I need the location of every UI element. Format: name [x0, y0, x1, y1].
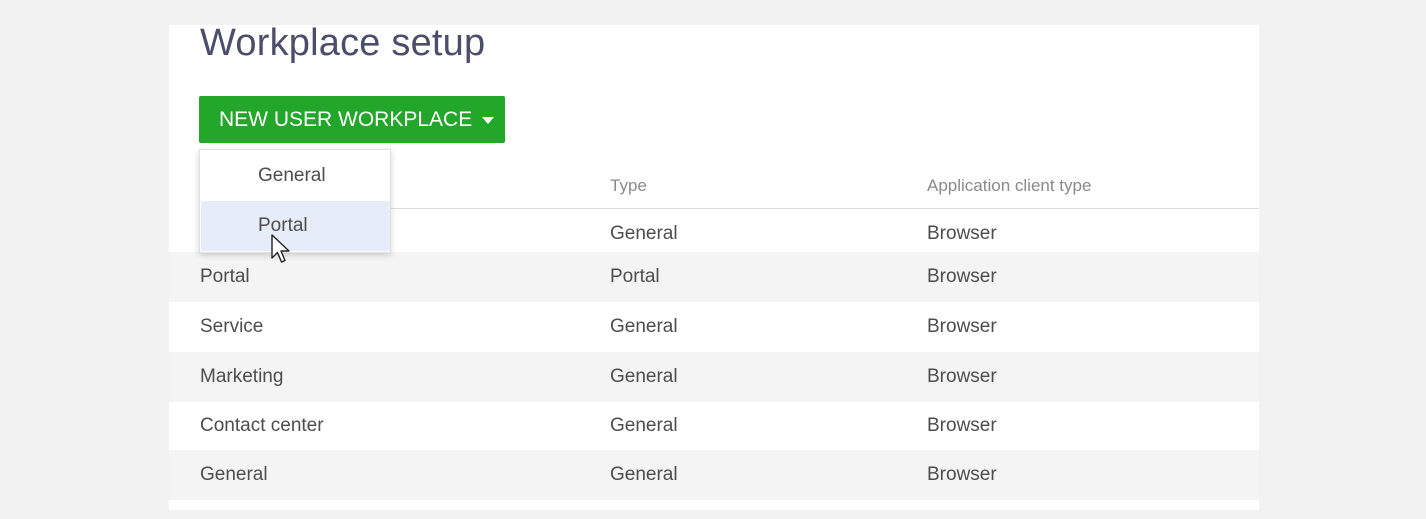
table-row[interactable]: Portal Portal Browser	[169, 252, 1259, 302]
menu-item-general[interactable]: General	[201, 151, 390, 201]
mouse-pointer-icon	[271, 234, 290, 263]
cell-type: General	[610, 414, 678, 436]
cell-client-type: Browser	[927, 414, 997, 436]
cell-type: General	[610, 315, 678, 337]
column-header-type[interactable]: Type	[610, 176, 647, 196]
cell-name: Service	[200, 315, 264, 337]
table-row[interactable]: Marketing General Browser	[169, 352, 1259, 402]
cell-type: General	[610, 463, 678, 485]
new-user-workplace-button-label: NEW USER WORKPLACE	[219, 107, 473, 131]
page-title: Workplace setup	[200, 22, 486, 64]
new-user-workplace-button[interactable]: NEW USER WORKPLACE	[199, 96, 505, 143]
cell-client-type: Browser	[927, 463, 997, 485]
new-workplace-dropdown-menu: General Portal	[199, 149, 391, 253]
cell-type: Portal	[610, 265, 660, 287]
table-row[interactable]: General General Browser	[169, 450, 1259, 500]
cell-client-type: Browser	[927, 315, 997, 337]
cell-name: Marketing	[200, 365, 284, 387]
cell-type: General	[610, 365, 678, 387]
cell-name: Contact center	[200, 414, 324, 436]
app-frame: Workplace setup NEW USER WORKPLACE Type …	[0, 0, 1426, 519]
cell-client-type: Browser	[927, 365, 997, 387]
table-row[interactable]: Contact center General Browser	[169, 401, 1259, 451]
cell-client-type: Browser	[927, 265, 997, 287]
column-header-application-client-type[interactable]: Application client type	[927, 176, 1091, 196]
caret-down-icon	[482, 117, 495, 124]
cell-name: General	[200, 463, 268, 485]
menu-item-portal[interactable]: Portal	[201, 201, 390, 251]
table-row[interactable]: Service General Browser	[169, 302, 1259, 352]
cell-name: Portal	[200, 265, 250, 287]
